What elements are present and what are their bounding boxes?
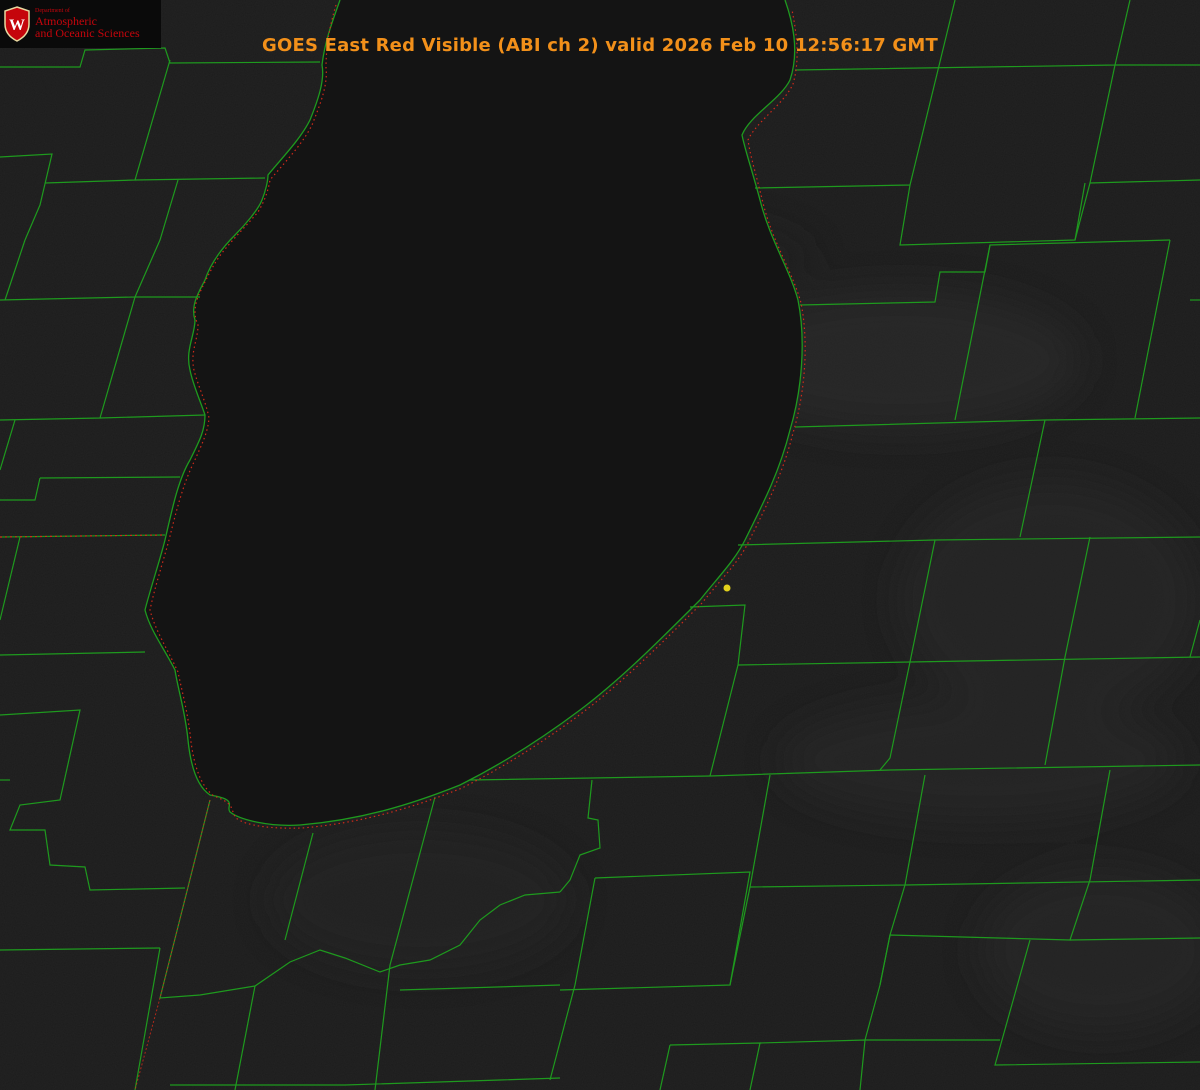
crest-letter: W — [9, 17, 25, 34]
satellite-map — [0, 0, 1200, 1090]
image-title-wrapper: GOES East Red Visible (ABI ch 2) valid 2… — [0, 35, 1200, 56]
station-marker-icon — [723, 584, 731, 592]
image-title: GOES East Red Visible (ABI ch 2) valid 2… — [261, 35, 938, 56]
